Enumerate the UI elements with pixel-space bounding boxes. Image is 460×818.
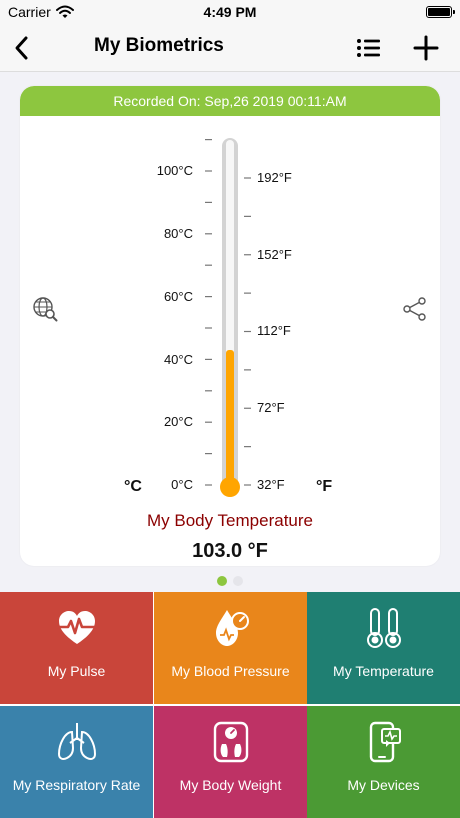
celsius-unit-label: °C — [124, 478, 142, 495]
tile-label: My Temperature — [333, 663, 434, 679]
celsius-tick-label: 60°C — [163, 289, 193, 304]
page-dot[interactable] — [233, 576, 243, 586]
status-time: 4:49 PM — [203, 4, 257, 20]
nav-bar: My Biometrics — [0, 24, 460, 72]
tile-label: My Devices — [347, 777, 420, 793]
tile-my-respiratory-rate[interactable]: My Respiratory Rate — [0, 706, 153, 818]
celsius-tick-label: 20°C — [163, 414, 193, 429]
celsius-tick-label: 100°C — [156, 163, 193, 178]
lungs-icon — [57, 723, 96, 760]
fahrenheit-tick-label: 72°F — [257, 400, 285, 415]
battery-icon — [426, 6, 452, 18]
status-bar: Carrier 4:49 PM — [0, 0, 460, 24]
list-icon[interactable] — [356, 36, 382, 60]
heart-pulse-icon — [56, 611, 97, 644]
chevron-left-icon[interactable] — [10, 34, 34, 62]
blood-drop-gauge-icon — [215, 610, 249, 646]
recorded-on-header: Recorded On: Sep,26 2019 00:11:AM — [20, 86, 440, 116]
fahrenheit-tick-label: 192°F — [257, 170, 292, 185]
tile-my-blood-pressure[interactable]: My Blood Pressure — [154, 592, 307, 704]
biometric-tiles: My Pulse My Blood Pressure My Temperatur… — [0, 592, 460, 818]
phone-device-icon — [369, 721, 401, 763]
celsius-tick-label: 80°C — [163, 226, 193, 241]
measurement-title: My Body Temperature — [147, 511, 313, 530]
celsius-tick-label: 40°C — [163, 352, 193, 367]
tile-my-temperature[interactable]: My Temperature — [307, 592, 460, 704]
weight-scale-icon — [213, 721, 248, 763]
globe-search-icon[interactable] — [32, 296, 58, 322]
temperature-card: Recorded On: Sep,26 2019 00:11:AM — [20, 86, 440, 566]
tile-my-devices[interactable]: My Devices — [307, 706, 460, 818]
tile-label: My Respiratory Rate — [12, 777, 141, 793]
thermometers-icon — [366, 608, 401, 648]
tile-my-pulse[interactable]: My Pulse — [0, 592, 153, 704]
fahrenheit-tick-label: 32°F — [257, 477, 285, 492]
tile-label: My Blood Pressure — [171, 663, 290, 679]
plus-icon[interactable] — [412, 34, 440, 62]
page-title: My Biometrics — [94, 35, 224, 56]
fahrenheit-tick-label: 112°F — [257, 323, 291, 338]
tile-my-body-weight[interactable]: My Body Weight — [154, 706, 307, 818]
tile-label: My Body Weight — [179, 777, 282, 793]
share-icon[interactable] — [402, 296, 428, 322]
fahrenheit-tick-label: 152°F — [257, 247, 292, 262]
celsius-tick-label: 0°C — [171, 477, 193, 492]
fahrenheit-unit-label: °F — [316, 478, 333, 495]
battery-tip — [453, 10, 455, 14]
tile-label: My Pulse — [47, 663, 106, 679]
page-dot-active[interactable] — [217, 576, 227, 586]
measurement-value: 103.0 °F — [192, 540, 268, 562]
